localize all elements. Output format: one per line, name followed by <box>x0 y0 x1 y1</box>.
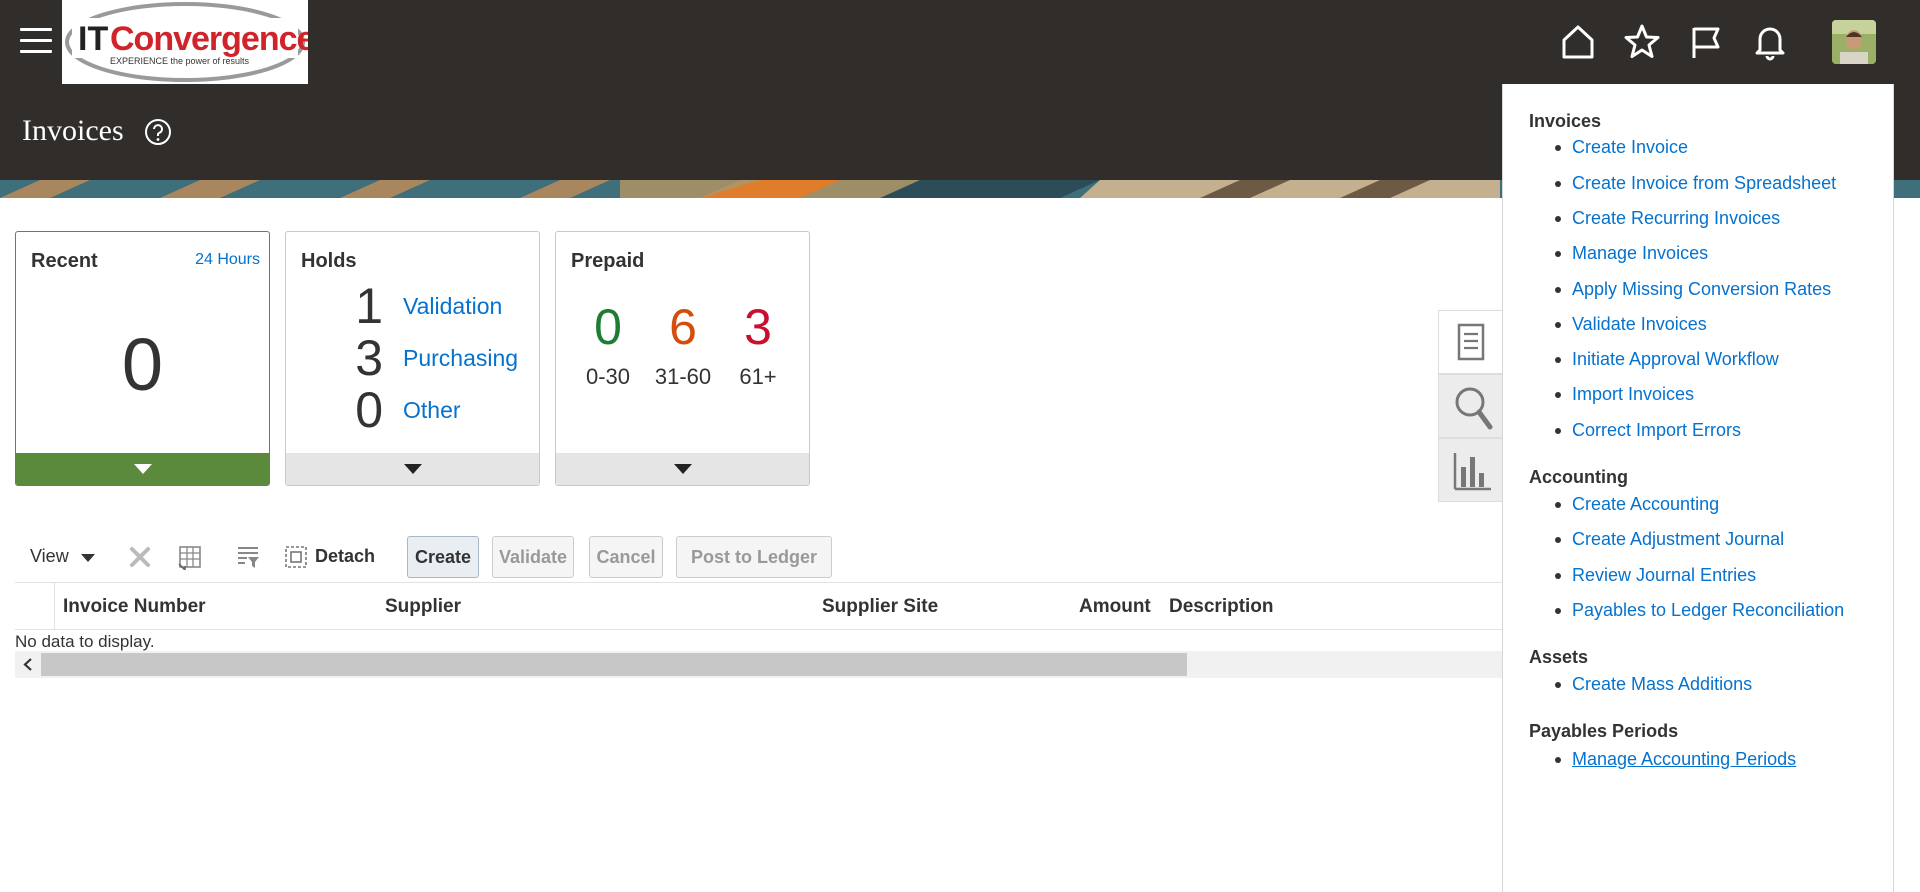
recent-count: 0 <box>121 323 164 406</box>
task-manage-invoices[interactable]: Manage Invoices <box>1554 243 1708 264</box>
caret-down-icon <box>403 464 422 474</box>
task-import-invoices[interactable]: Import Invoices <box>1554 384 1694 405</box>
bell-icon[interactable] <box>1748 20 1792 64</box>
panel-drawer-tabs <box>1438 310 1504 502</box>
task-create-accounting[interactable]: Create Accounting <box>1554 494 1719 515</box>
column-description[interactable]: Description <box>1169 596 1274 618</box>
hold-row: 0 Other <box>286 384 539 436</box>
table-toolbar: View Detach Create Validate Cancel Post … <box>15 534 1503 578</box>
task-manage-accounting-periods[interactable]: Manage Accounting Periods <box>1554 749 1796 770</box>
recent-tile-title: Recent <box>31 250 98 272</box>
detach-icon[interactable] <box>283 544 309 570</box>
task-group-accounting: Accounting <box>1529 467 1628 487</box>
task-initiate-approval-workflow[interactable]: Initiate Approval Workflow <box>1555 349 1779 370</box>
holds-tile-expand[interactable] <box>286 453 539 485</box>
view-menu[interactable]: View <box>30 546 69 567</box>
hamburger-icon[interactable] <box>20 28 52 56</box>
task-validate-invoices[interactable]: Validate Invoices <box>1555 314 1707 335</box>
hold-row: 1 Validation <box>286 280 539 332</box>
prepaid-label-31-60: 31-60 <box>654 364 712 389</box>
cancel-button[interactable]: Cancel <box>589 536 663 578</box>
column-supplier[interactable]: Supplier <box>385 596 461 618</box>
row-selector-gutter <box>15 583 55 629</box>
holds-tile[interactable]: Holds 1 Validation 3 Purchasing 0 Other <box>285 231 540 486</box>
global-header: IT Convergence EXPERIENCE the power of r… <box>0 0 1920 84</box>
task-correct-import-errors[interactable]: Correct Import Errors <box>1554 420 1741 441</box>
logo-it: IT <box>78 20 108 58</box>
scrollbar-thumb[interactable] <box>41 653 1187 676</box>
prepaid-label-0-30: 0-30 <box>585 364 631 389</box>
hold-count: 0 <box>355 382 383 438</box>
hold-validation-link[interactable]: Validation <box>403 280 502 332</box>
task-group-invoices: Invoices <box>1529 111 1602 131</box>
caret-down-icon <box>133 464 152 474</box>
task-review-journal-entries[interactable]: Review Journal Entries <box>1554 565 1756 586</box>
view-menu-caret-icon[interactable] <box>81 554 95 562</box>
column-supplier-site[interactable]: Supplier Site <box>822 596 938 618</box>
invoices-table-header: Invoice Number Supplier Supplier Site Am… <box>15 582 1503 630</box>
recent-tile[interactable]: Recent 24 Hours 0 <box>15 231 270 486</box>
detach-label[interactable]: Detach <box>315 546 375 567</box>
hold-row: 3 Purchasing <box>286 332 539 384</box>
task-payables-to-ledger-reconciliation[interactable]: Payables to Ledger Reconciliation <box>1554 600 1844 621</box>
prepaid-tile-expand[interactable] <box>556 453 809 485</box>
tasks-panel: Invoices Create Invoice Create Invoice f… <box>1502 84 1894 892</box>
search-icon[interactable] <box>1438 374 1504 438</box>
task-create-adjustment-journal[interactable]: Create Adjustment Journal <box>1554 529 1784 550</box>
task-group-payables-periods: Payables Periods <box>1529 721 1679 741</box>
recent-tile-expand[interactable] <box>16 453 269 485</box>
scroll-left-icon[interactable] <box>15 651 41 678</box>
logo-name: Convergence <box>110 20 308 58</box>
help-icon[interactable] <box>144 118 172 146</box>
column-invoice-number[interactable]: Invoice Number <box>63 596 206 618</box>
prepaid-label-61-plus: 61+ <box>739 364 777 389</box>
hold-count: 3 <box>355 330 383 386</box>
prepaid-count-31-60[interactable]: 6 <box>643 298 723 356</box>
task-create-mass-additions[interactable]: Create Mass Additions <box>1554 674 1752 695</box>
page-title: Invoices <box>22 114 124 147</box>
post-to-ledger-button[interactable]: Post to Ledger <box>676 536 832 578</box>
task-create-recurring-invoices[interactable]: Create Recurring Invoices <box>1554 208 1780 229</box>
empty-table-message: No data to display. <box>15 632 155 651</box>
prepaid-count-61-plus[interactable]: 3 <box>718 298 798 356</box>
task-apply-missing-conversion-rates[interactable]: Apply Missing Conversion Rates <box>1554 279 1831 300</box>
hold-purchasing-link[interactable]: Purchasing <box>403 332 518 384</box>
flag-icon[interactable] <box>1684 20 1728 64</box>
caret-down-icon <box>673 464 692 474</box>
column-amount[interactable]: Amount <box>1079 596 1151 618</box>
company-logo[interactable]: IT Convergence EXPERIENCE the power of r… <box>62 0 308 84</box>
query-by-example-icon[interactable] <box>235 544 261 570</box>
task-group-assets: Assets <box>1529 647 1589 667</box>
home-icon[interactable] <box>1556 20 1600 64</box>
reports-icon[interactable] <box>1438 438 1504 502</box>
holds-tile-title: Holds <box>301 250 357 272</box>
task-create-invoice[interactable]: Create Invoice <box>1554 137 1688 158</box>
tasks-icon[interactable] <box>1438 310 1504 374</box>
prepaid-tile-title: Prepaid <box>571 250 645 272</box>
freeze-columns-icon[interactable] <box>177 544 203 572</box>
horizontal-scrollbar[interactable] <box>15 651 1503 678</box>
logo-tagline: EXPERIENCE the power of results <box>110 56 250 66</box>
recent-timeframe-link[interactable]: 24 Hours <box>195 251 260 269</box>
validate-button[interactable]: Validate <box>492 536 574 578</box>
create-button[interactable]: Create <box>407 536 479 578</box>
delete-icon[interactable] <box>127 544 153 570</box>
hold-count: 1 <box>355 278 383 334</box>
user-avatar[interactable] <box>1832 20 1876 64</box>
prepaid-tile[interactable]: Prepaid 0 6 3 0-30 31-60 61+ <box>555 231 810 486</box>
hold-other-link[interactable]: Other <box>403 384 461 436</box>
task-create-invoice-from-spreadsheet[interactable]: Create Invoice from Spreadsheet <box>1554 173 1836 194</box>
star-icon[interactable] <box>1620 20 1664 64</box>
prepaid-count-0-30[interactable]: 0 <box>568 298 648 356</box>
